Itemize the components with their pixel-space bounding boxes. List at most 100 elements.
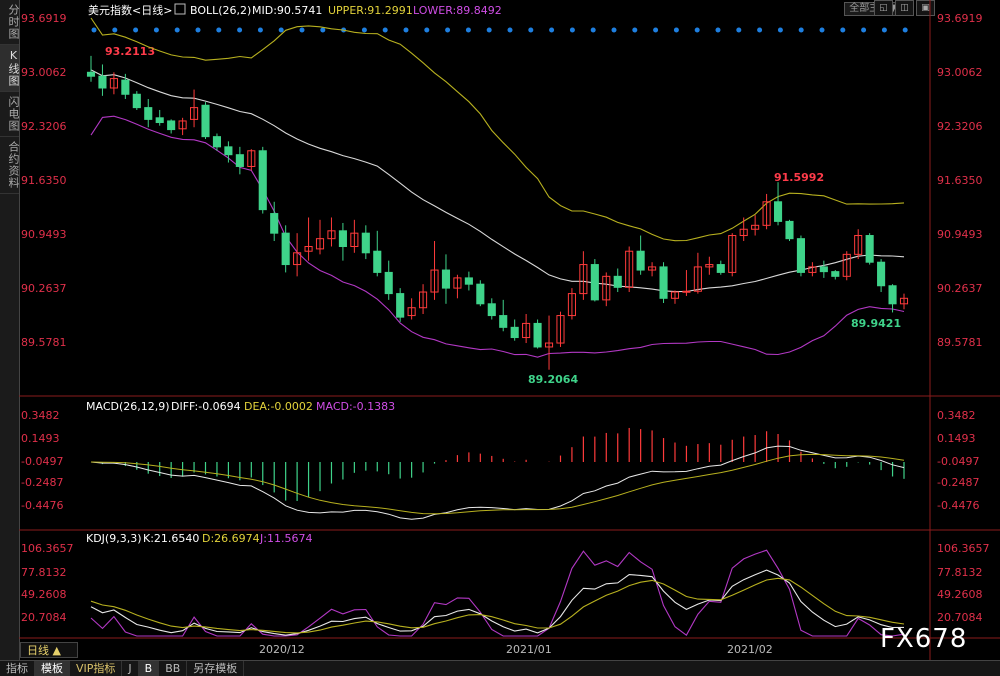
candle-body xyxy=(338,230,347,248)
event-marker xyxy=(736,27,742,33)
candle-body xyxy=(590,264,599,301)
candle-body xyxy=(235,154,244,167)
y-tick-left: 93.6919 xyxy=(21,12,67,25)
tab-save-template[interactable]: 另存模板 xyxy=(187,661,245,676)
period-selector[interactable]: 日线 ▲ xyxy=(20,642,78,658)
candle-body xyxy=(510,326,519,339)
event-marker xyxy=(257,27,263,33)
kdj-tick-left: 77.8132 xyxy=(21,566,67,579)
sidebar-item-contract[interactable]: 合约资料 xyxy=(0,137,20,194)
event-marker xyxy=(382,27,388,33)
kdj-d-line xyxy=(90,577,905,634)
event-marker xyxy=(611,27,617,33)
candle-body xyxy=(819,266,828,273)
candle-body xyxy=(361,232,370,254)
tab-indicator[interactable]: 指标 xyxy=(0,661,35,676)
event-marker xyxy=(507,27,513,33)
candle-body xyxy=(132,93,141,109)
y-tick-left: 92.3206 xyxy=(21,120,67,133)
candle-body xyxy=(121,79,130,95)
macd-dea: DEA:-0.0002 xyxy=(244,400,313,413)
macd-tick-right: 0.1493 xyxy=(937,432,976,445)
event-marker xyxy=(278,27,284,33)
boll-upper: UPPER:91.2991 xyxy=(328,4,413,17)
tab-bb[interactable]: BB xyxy=(159,661,188,676)
event-marker xyxy=(153,27,159,33)
macd-tick-left: -0.4476 xyxy=(21,499,63,512)
boll-label: BOLL(26,2) xyxy=(190,4,251,17)
event-marker xyxy=(133,27,139,33)
event-marker xyxy=(528,27,534,33)
candle-body xyxy=(796,238,805,273)
watermark-logo: FX678 xyxy=(880,624,968,654)
event-marker xyxy=(632,27,638,33)
y-tick-left: 90.9493 xyxy=(21,228,67,241)
y-tick-right: 90.9493 xyxy=(937,228,983,241)
event-marker xyxy=(174,27,180,33)
event-marker xyxy=(694,27,700,33)
y-tick-right: 90.2637 xyxy=(937,282,983,295)
x-tick: 2020/12 xyxy=(259,643,305,656)
y-tick-left: 93.0062 xyxy=(21,66,67,79)
macd-dea-line xyxy=(90,453,905,515)
macd-tick-left: -0.2487 xyxy=(21,476,63,489)
candle-body xyxy=(281,232,290,266)
event-marker xyxy=(320,27,326,33)
boll-toggle-icon[interactable] xyxy=(174,3,186,15)
event-marker xyxy=(653,27,659,33)
macd-tick-right: -0.4476 xyxy=(937,499,979,512)
event-marker xyxy=(216,27,222,33)
tab-template[interactable]: 模板 xyxy=(35,661,70,676)
candle-body xyxy=(441,269,451,289)
local-high-annotation: 91.5992 xyxy=(774,171,824,184)
tab-vip-indicator[interactable]: VIP指标 xyxy=(70,661,123,676)
macd-tick-left: 0.3482 xyxy=(21,409,60,422)
kdj-d: D:26.6974 xyxy=(202,532,260,545)
candle-body xyxy=(86,71,96,77)
candle-body xyxy=(888,285,897,305)
local-low-annotation: 89.9421 xyxy=(851,317,901,330)
candle-body xyxy=(476,283,485,305)
macd-tick-right: -0.2487 xyxy=(937,476,979,489)
candle-body xyxy=(396,293,405,318)
candle-body xyxy=(785,220,794,240)
y-tick-right: 92.3206 xyxy=(937,120,983,133)
sidebar-item-flash[interactable]: 闪电图 xyxy=(0,92,20,137)
kdj-label: KDJ(9,3,3) xyxy=(86,532,142,545)
sidebar-item-timeshare[interactable]: 分时图 xyxy=(0,0,20,45)
candle-body xyxy=(533,322,542,348)
kline-chart[interactable]: 美元指数<日线> BOLL(26,2) MID:90.5741 UPPER:91… xyxy=(19,0,1000,660)
candle-body xyxy=(613,275,622,288)
kdj-tick-right: 106.3657 xyxy=(937,542,990,555)
candle-body xyxy=(682,290,691,293)
tab-b[interactable]: B xyxy=(138,661,160,676)
y-tick-right: 93.6919 xyxy=(937,12,983,25)
event-marker xyxy=(840,27,846,33)
event-marker xyxy=(361,27,367,33)
candle-body xyxy=(659,266,668,299)
kdj-tick-right: 77.8132 xyxy=(937,566,983,579)
kdj-j-line xyxy=(90,549,905,637)
low-annotation: 89.2064 xyxy=(528,373,578,386)
candle-body xyxy=(773,201,783,222)
event-marker xyxy=(757,27,763,33)
left-sidebar: 分时图 K线图 闪电图 合约资料 xyxy=(0,0,20,660)
boll-lower-line xyxy=(90,115,905,358)
candle-body xyxy=(464,277,473,285)
event-marker xyxy=(237,27,243,33)
macd-label: MACD(26,12,9) xyxy=(86,400,170,413)
candle-body xyxy=(384,271,393,295)
kdj-tick-left: 20.7084 xyxy=(21,611,67,624)
event-marker xyxy=(195,27,201,33)
candle-body xyxy=(144,107,153,120)
event-marker xyxy=(112,27,118,33)
candle-body xyxy=(155,117,164,124)
candle-body xyxy=(201,104,210,138)
x-tick: 2021/01 xyxy=(506,643,552,656)
sidebar-item-kline[interactable]: K线图 xyxy=(0,45,20,92)
bottom-toolbar: 指标 模板 VIP指标 J B BB 另存模板 xyxy=(0,660,1000,676)
macd-tick-right: 0.3482 xyxy=(937,409,976,422)
tab-j[interactable]: J xyxy=(122,661,139,676)
macd-macd: MACD:-0.1383 xyxy=(316,400,395,413)
event-marker xyxy=(91,27,97,33)
